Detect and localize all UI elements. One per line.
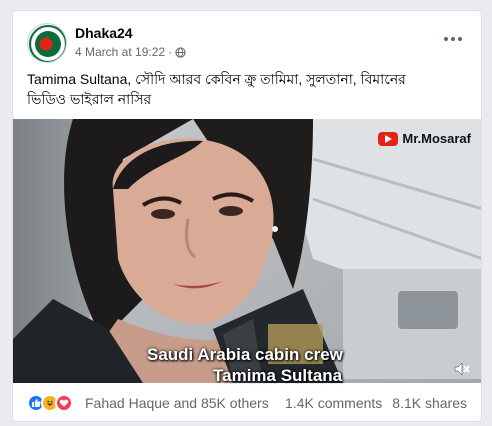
post-meta: 4 March at 19:22 · [75,45,186,59]
engagement-bar: Fahad Haque and 85K others 1.4K comments… [27,391,467,415]
youtube-icon [378,131,399,146]
post-header: Dhaka24 4 March at 19:22 · [27,23,467,67]
video-caption-line-1: Saudi Arabia cabin crew [147,345,343,364]
reaction-icons[interactable] [27,394,73,412]
comments-count-link[interactable]: 1.4K comments [285,395,382,411]
watermark-text: Mr.Mosaraf [402,131,471,146]
video-player[interactable]: Mr.Mosaraf [13,119,481,383]
more-options-button[interactable] [439,29,467,49]
dhaka24-logo-icon [29,25,66,62]
post-text: Tamima Sultana, সৌদি আরব কেবিন ক্রু তামি… [27,69,467,109]
globe-icon[interactable] [175,46,186,58]
post-card: Dhaka24 4 March at 19:22 · Tamima Sultan… [12,10,482,422]
video-caption-line-2: Tamima Sultana [213,366,343,385]
more-horizontal-icon [444,37,448,41]
reactors-link[interactable]: Fahad Haque and 85K others [85,395,269,411]
post-text-line-1: Tamima Sultana, সৌদি আরব কেবিন ক্রু তামি… [27,71,406,87]
engagement-counts: 1.4K comments 8.1K shares [285,395,467,411]
shares-count-link[interactable]: 8.1K shares [392,395,467,411]
love-reaction-icon [55,394,73,412]
page-avatar[interactable] [27,23,67,63]
video-frame [13,119,481,383]
channel-watermark: Mr.Mosaraf [378,131,471,146]
volume-muted-icon[interactable] [453,360,471,378]
meta-separator: · [168,45,173,59]
post-text-line-2: ভিডিও ভাইরাল নাসির [27,91,152,107]
post-timestamp[interactable]: 4 March at 19:22 [75,45,165,59]
page-name[interactable]: Dhaka24 [75,25,133,41]
